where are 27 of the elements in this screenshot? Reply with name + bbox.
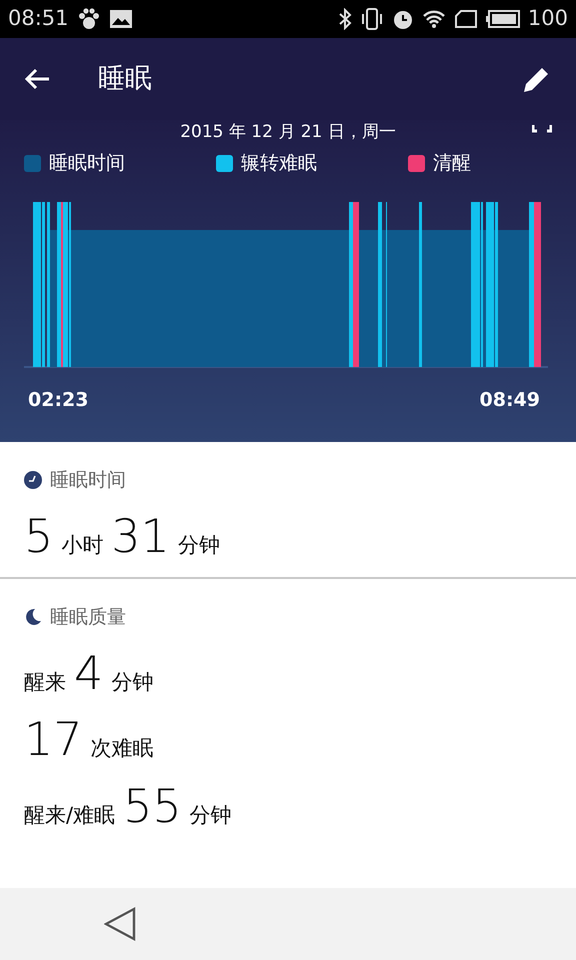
paw-icon [76, 8, 101, 30]
moon-icon [24, 608, 42, 626]
stat-value: 醒来 4 分钟 [24, 648, 154, 698]
section-title: 睡眠时间 [50, 468, 126, 493]
stat-value: 5 小时 31 分钟 [24, 510, 221, 562]
battery-icon [486, 9, 520, 29]
clock-icon [24, 471, 42, 490]
legend-label: 睡眠时间 [49, 151, 125, 176]
legend-label: 清醒 [433, 151, 471, 176]
stat-value: 醒来/难眠 55 分钟 [24, 780, 233, 832]
section-title: 睡眠质量 [50, 605, 126, 630]
back-triangle-icon[interactable] [104, 907, 136, 941]
stat-value: 17 次难眠 [24, 714, 155, 765]
back-arrow-icon[interactable] [24, 67, 50, 91]
wifi-icon [422, 9, 446, 29]
image-icon [108, 9, 133, 29]
axis-start-time: 02:23 [28, 388, 88, 412]
screen-title: 睡眠 [98, 62, 152, 96]
legend-label: 辗转难眠 [241, 151, 317, 176]
sim-icon [454, 9, 478, 29]
bluetooth-icon [338, 8, 352, 30]
axis-end-time: 08:49 [480, 388, 540, 412]
vibrate-icon [360, 8, 384, 30]
battery-level: 100 [528, 5, 568, 32]
status-time: 08:51 [8, 5, 69, 32]
alarm-icon [392, 8, 414, 30]
date-label: 2015 年 12 月 21 日，周一 [180, 124, 396, 141]
